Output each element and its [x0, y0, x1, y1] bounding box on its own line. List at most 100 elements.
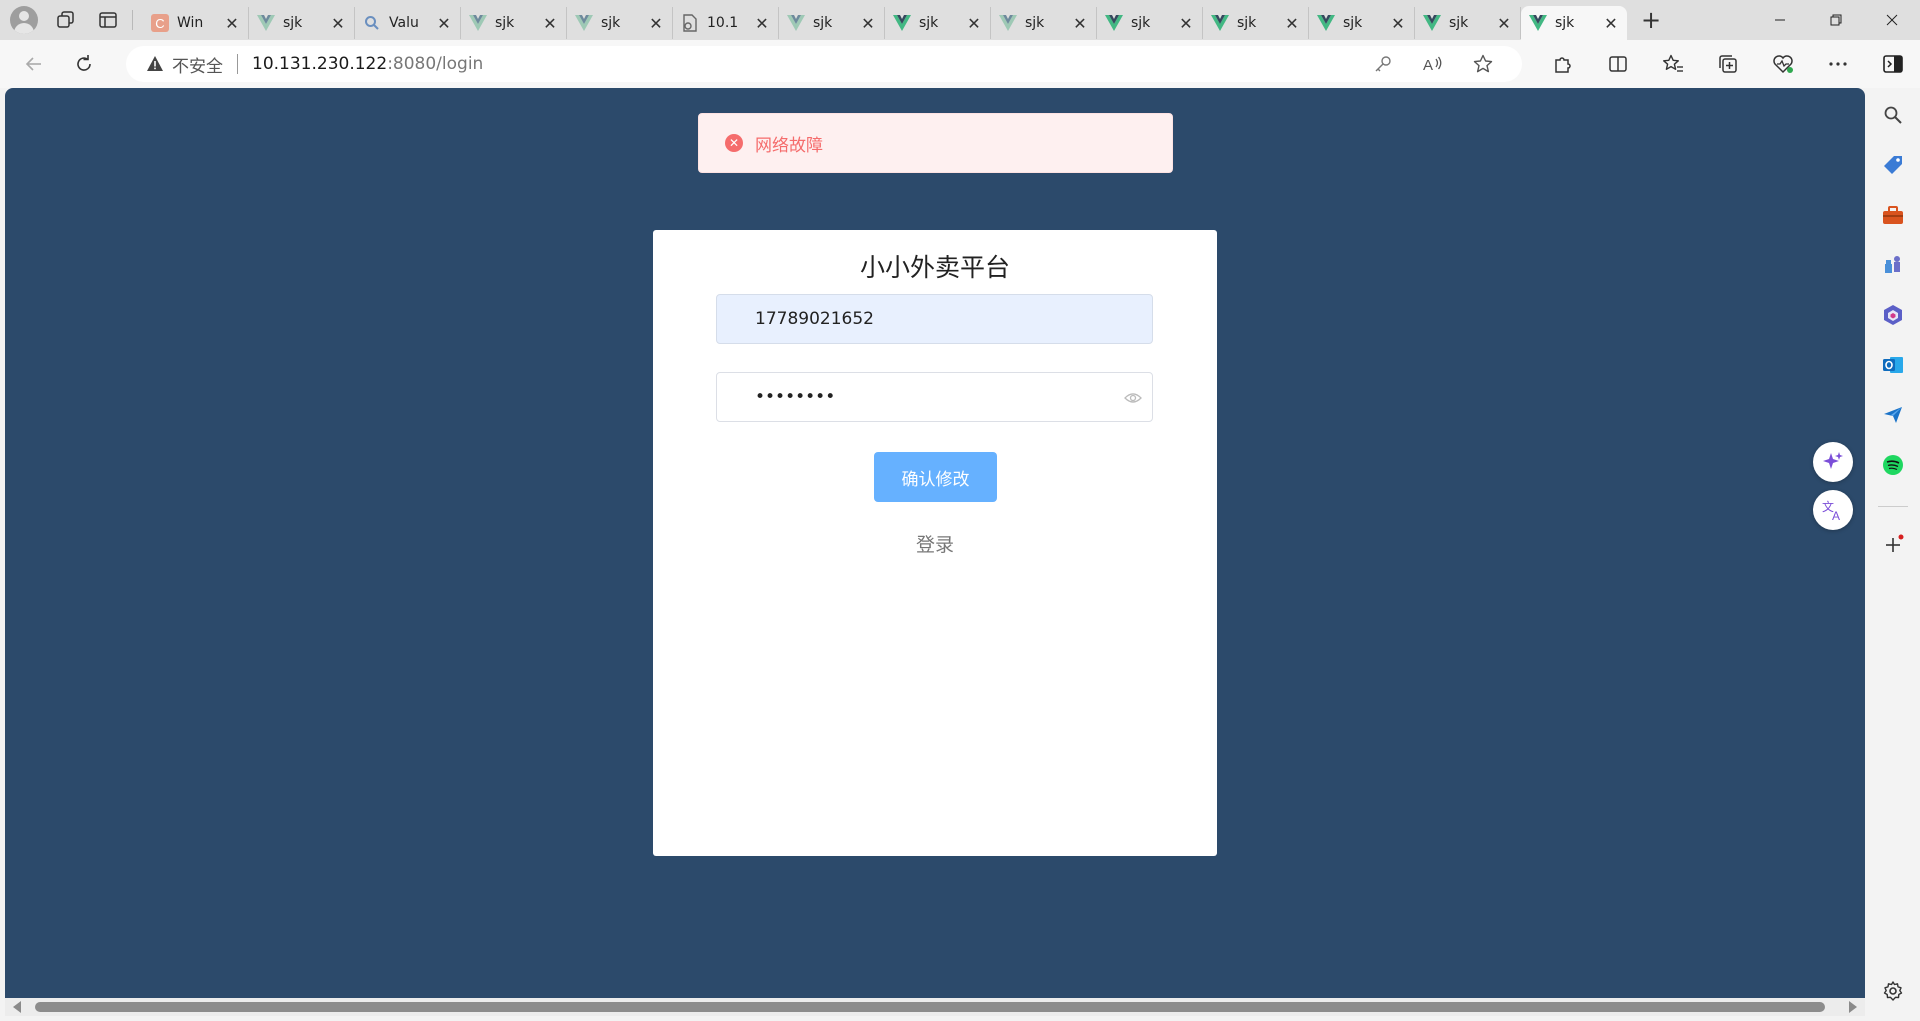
c-letter-icon: C	[151, 14, 169, 32]
tab[interactable]: sjk ✕	[567, 7, 673, 39]
close-icon[interactable]: ✕	[1178, 14, 1194, 33]
sidebar-search-button[interactable]	[1880, 102, 1906, 128]
favorite-button[interactable]	[1458, 54, 1508, 74]
tab[interactable]: Valu ✕	[355, 7, 461, 39]
tab[interactable]: sjk ✕	[1415, 7, 1521, 39]
close-icon[interactable]: ✕	[860, 14, 876, 33]
close-icon[interactable]: ✕	[1603, 14, 1619, 33]
close-icon[interactable]: ✕	[542, 14, 558, 33]
eye-icon[interactable]	[1124, 389, 1142, 407]
tab-label: sjk	[1343, 15, 1363, 31]
close-icon[interactable]: ✕	[436, 14, 452, 33]
close-icon[interactable]: ✕	[224, 14, 240, 33]
translate-button[interactable]: 文A	[1813, 490, 1853, 530]
tab-label: sjk	[1237, 15, 1257, 31]
tab-actions-icon	[99, 12, 117, 28]
horizontal-scrollbar[interactable]	[5, 998, 1865, 1016]
close-icon[interactable]: ✕	[330, 14, 346, 33]
split-screen-button[interactable]	[1590, 54, 1645, 74]
close-icon[interactable]: ✕	[966, 14, 982, 33]
vue-icon	[893, 14, 911, 32]
scroll-left-icon[interactable]	[13, 1001, 21, 1013]
sidebar-send-button[interactable]	[1880, 402, 1906, 428]
tab-label: sjk	[1449, 15, 1469, 31]
vertical-tabs-button[interactable]	[90, 4, 126, 36]
password-key-button[interactable]	[1358, 55, 1408, 73]
close-icon[interactable]: ✕	[754, 14, 770, 33]
close-window-button[interactable]	[1864, 0, 1920, 40]
sidebar-microsoft365-button[interactable]	[1880, 302, 1906, 328]
sidebar-shopping-button[interactable]	[1880, 152, 1906, 178]
phone-input[interactable]	[755, 309, 1095, 329]
close-icon[interactable]: ✕	[1496, 14, 1512, 33]
login-link[interactable]: 登录	[653, 530, 1217, 557]
sidebar-add-button[interactable]	[1880, 532, 1906, 558]
puzzle-icon	[1554, 57, 1571, 73]
tab[interactable]: C Win ✕	[143, 7, 249, 39]
vue-icon	[1211, 14, 1229, 32]
avatar	[10, 6, 38, 34]
tab[interactable]: sjk ✕	[779, 7, 885, 39]
tab-label: Valu	[389, 15, 419, 31]
tab-label: sjk	[283, 15, 303, 31]
phone-field[interactable]	[716, 294, 1153, 344]
tab-label: sjk	[601, 15, 621, 31]
vue-icon	[787, 14, 805, 32]
scroll-right-icon[interactable]	[1849, 1001, 1857, 1013]
url-host[interactable]: 10.131.230.122	[252, 54, 387, 74]
collections-icon	[1718, 55, 1737, 73]
tab[interactable]: sjk ✕	[461, 7, 567, 39]
close-icon[interactable]: ✕	[1284, 14, 1300, 33]
sidebar-games-button[interactable]	[1880, 252, 1906, 278]
sidebar-outlook-button[interactable]	[1880, 352, 1906, 378]
browser-essentials-button[interactable]	[1755, 54, 1810, 74]
extensions-button[interactable]	[1535, 54, 1590, 74]
minimize-icon	[1775, 19, 1785, 21]
close-icon[interactable]: ✕	[1072, 14, 1088, 33]
tab-separator	[132, 10, 133, 30]
tab-active[interactable]: sjk ✕	[1521, 6, 1627, 40]
tab[interactable]: sjk ✕	[249, 7, 355, 39]
collections-button[interactable]	[1700, 54, 1755, 74]
page-title: 小小外卖平台	[859, 253, 1010, 282]
profile-button[interactable]	[6, 4, 42, 36]
vue-icon	[999, 14, 1017, 32]
microsoft365-icon	[1884, 305, 1902, 325]
error-circle-icon: ✕	[725, 134, 743, 152]
svg-text:A: A	[1423, 57, 1433, 73]
confirm-button[interactable]: 确认修改	[874, 452, 997, 502]
close-icon[interactable]: ✕	[1390, 14, 1406, 33]
heart-pulse-icon	[1772, 55, 1793, 74]
read-aloud-button[interactable]: A	[1408, 55, 1458, 73]
url-path[interactable]: :8080/login	[387, 54, 483, 74]
tab[interactable]: 10.1 ✕	[673, 7, 779, 39]
favorites-button[interactable]	[1645, 54, 1700, 74]
refresh-button[interactable]	[64, 46, 104, 82]
tab[interactable]: sjk ✕	[1097, 7, 1203, 39]
tab[interactable]: sjk ✕	[991, 7, 1097, 39]
password-input[interactable]	[755, 387, 1095, 407]
address-bar[interactable]: 不安全 10.131.230.122:8080/login A	[126, 46, 1522, 82]
sidebar-toggle-button[interactable]	[1865, 55, 1920, 73]
minimize-button[interactable]	[1752, 0, 1808, 40]
copilot-button[interactable]	[1813, 442, 1853, 482]
security-status[interactable]: 不安全	[172, 52, 223, 77]
tab-label: sjk	[495, 15, 515, 31]
back-button[interactable]	[14, 46, 54, 82]
new-tab-button[interactable]: +	[1633, 4, 1669, 36]
tab[interactable]: sjk ✕	[1203, 7, 1309, 39]
settings-more-button[interactable]	[1810, 61, 1865, 67]
sidebar-settings-button[interactable]	[1880, 978, 1906, 1004]
error-message: ✕ 网络故障	[698, 113, 1173, 173]
tab[interactable]: sjk ✕	[885, 7, 991, 39]
sidebar-tools-button[interactable]	[1880, 202, 1906, 228]
tab[interactable]: sjk ✕	[1309, 7, 1415, 39]
password-field[interactable]	[716, 372, 1153, 422]
workspaces-button[interactable]	[48, 4, 84, 36]
close-icon[interactable]: ✕	[648, 14, 664, 33]
error-message-text: 网络故障	[755, 135, 823, 156]
sidebar-spotify-button[interactable]	[1880, 452, 1906, 478]
restore-button[interactable]	[1808, 0, 1864, 40]
scrollbar-thumb[interactable]	[35, 1002, 1825, 1012]
read-aloud-icon: A	[1423, 56, 1442, 73]
